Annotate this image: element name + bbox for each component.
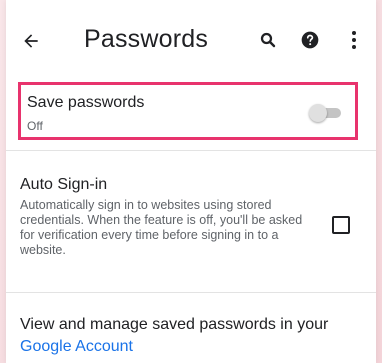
settings-panel: Passwords Save passwords Off Auto Sign-i…: [6, 0, 376, 363]
auto-signin-checkbox[interactable]: [332, 216, 350, 234]
save-passwords-status: Off: [27, 119, 43, 133]
more-options-button[interactable]: [342, 28, 366, 52]
toggle-thumb: [309, 104, 327, 122]
auto-signin-label: Auto Sign-in: [20, 176, 108, 193]
search-button[interactable]: [256, 28, 280, 52]
google-account-link[interactable]: Google Account: [20, 338, 133, 355]
back-button[interactable]: [18, 28, 44, 54]
divider: [6, 292, 376, 293]
more-vert-icon: [352, 31, 356, 49]
page-title: Passwords: [84, 25, 209, 53]
help-icon: [301, 31, 319, 49]
save-passwords-row[interactable]: Save passwords Off: [18, 82, 358, 140]
divider: [6, 150, 376, 151]
toolbar: Passwords: [6, 0, 376, 80]
help-button[interactable]: [298, 28, 322, 52]
save-passwords-label: Save passwords: [27, 94, 145, 111]
auto-signin-description: Automatically sign in to websites using …: [20, 198, 303, 257]
search-icon: [260, 32, 276, 48]
manage-passwords-text: View and manage saved passwords in your …: [20, 314, 360, 358]
save-passwords-toggle[interactable]: [309, 104, 341, 122]
manage-passwords-prefix: View and manage saved passwords in your: [20, 316, 329, 333]
arrow-back-icon: [24, 34, 38, 48]
